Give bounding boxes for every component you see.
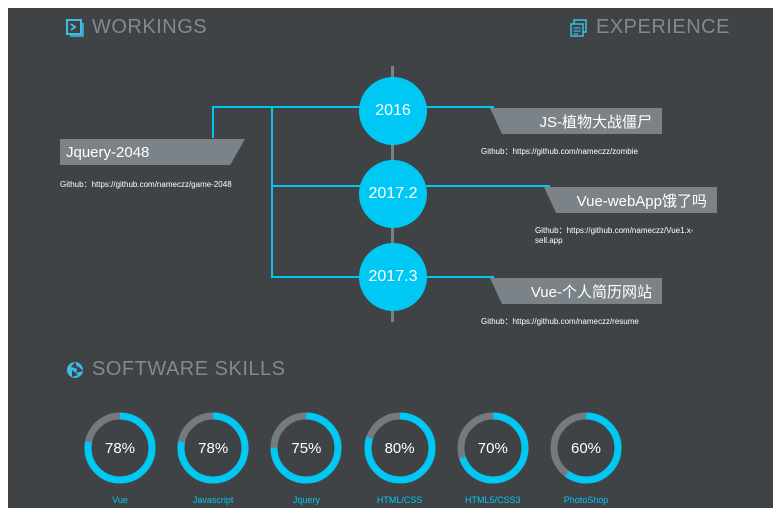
year-circle-2017-2: 2017.2 bbox=[359, 160, 427, 228]
skill-percent: 70% bbox=[477, 439, 508, 457]
skills-title: SOFTWARE SKILLS bbox=[92, 358, 286, 380]
github-link-zombie[interactable]: Github：https://github.com/nameczz/zombie bbox=[481, 147, 638, 157]
skill-html5-css3: 70% HTML5/CSS3 bbox=[456, 411, 530, 505]
project-tag-jquery-2048[interactable]: Jquery-2048 bbox=[60, 139, 245, 165]
skill-name: PhotoShop bbox=[563, 495, 609, 505]
skill-name: HTML5/CSS3 bbox=[465, 495, 521, 505]
experience-title: EXPERIENCE bbox=[596, 16, 730, 38]
connector-top-left bbox=[212, 106, 362, 108]
year-circle-2017-3: 2017.3 bbox=[359, 243, 427, 311]
skill-vue: 78% Vue bbox=[83, 411, 157, 505]
skill-name: Vue bbox=[112, 495, 128, 505]
resume-panel: WORKINGS EXPERIENCE 2016 2017.2 2017.3 J… bbox=[8, 8, 773, 508]
github-link-game-2048[interactable]: Github：https://github.com/nameczz/game-2… bbox=[60, 180, 232, 190]
skill-html-css: 80% HTML/CSS bbox=[363, 411, 437, 505]
code-box-icon bbox=[66, 18, 84, 37]
connector-tag-stem bbox=[212, 106, 214, 138]
connector-mid-left bbox=[271, 185, 362, 187]
skill-percent: 75% bbox=[291, 439, 322, 457]
connector-bottom-right bbox=[426, 276, 494, 278]
aperture-icon bbox=[66, 361, 84, 379]
github-link-vue-sell[interactable]: Github：https://github.com/nameczz/Vue1.x… bbox=[535, 226, 713, 246]
skill-percent: 60% bbox=[570, 439, 602, 457]
workings-heading: WORKINGS bbox=[66, 16, 207, 39]
skills-heading: SOFTWARE SKILLS bbox=[66, 358, 285, 381]
connector-mid-right bbox=[426, 185, 550, 187]
project-tag-zombie[interactable]: JS-植物大战僵尸 bbox=[490, 108, 662, 134]
skill-name: Jquery bbox=[292, 495, 320, 505]
github-link-resume[interactable]: Github：https://github.com/nameczz/resume bbox=[481, 317, 639, 327]
workings-title: WORKINGS bbox=[92, 16, 208, 38]
experience-heading: EXPERIENCE bbox=[570, 16, 730, 39]
year-circle-2016: 2016 bbox=[359, 77, 427, 145]
skill-photoshop: 60% PhotoShop bbox=[549, 411, 623, 505]
skill-jquery: 75% Jquery bbox=[269, 411, 343, 505]
skill-name: Javascript bbox=[192, 495, 234, 505]
connector-bottom-left bbox=[271, 276, 362, 278]
skill-percent: 78% bbox=[198, 439, 229, 457]
connector-left-vertical bbox=[271, 106, 273, 277]
skill-javascript: 78% Javascript bbox=[176, 411, 250, 505]
document-stack-icon bbox=[570, 18, 588, 37]
connector-top-right bbox=[426, 106, 494, 108]
skill-percent: 80% bbox=[384, 439, 415, 457]
project-tag-resume[interactable]: Vue-个人简历网站 bbox=[490, 278, 662, 304]
project-tag-vue-webapp[interactable]: Vue-webApp饿了吗 bbox=[544, 187, 717, 213]
skill-percent: 78% bbox=[104, 439, 136, 457]
skill-name: HTML/CSS bbox=[376, 495, 423, 505]
